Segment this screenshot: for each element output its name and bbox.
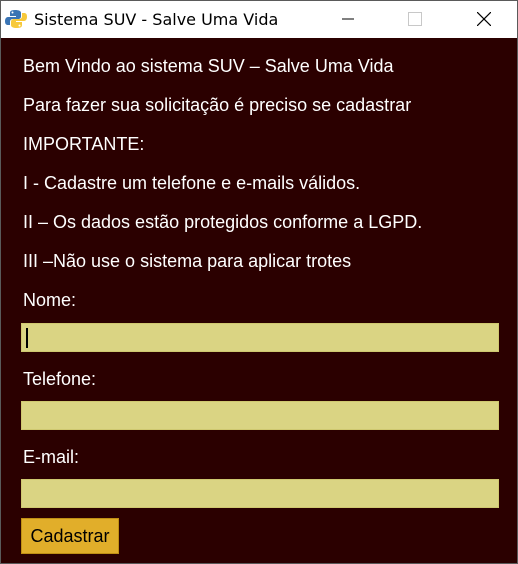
submit-button[interactable]: Cadastrar	[21, 518, 119, 554]
minimize-button[interactable]	[325, 1, 371, 37]
phone-input[interactable]	[21, 401, 499, 430]
maximize-icon	[408, 12, 422, 26]
email-input[interactable]	[21, 479, 499, 508]
maximize-button[interactable]	[392, 1, 438, 37]
name-label: Nome:	[23, 290, 77, 310]
phone-label: Telefone:	[23, 369, 97, 389]
name-input[interactable]	[21, 323, 499, 352]
python-icon	[5, 9, 27, 29]
window-title: Sistema SUV - Salve Uma Vida	[34, 10, 279, 29]
text-cursor	[26, 328, 28, 348]
app-window: Sistema SUV - Salve Uma Vida Bem Vindo a…	[0, 0, 518, 564]
rule-2-text: II – Os dados estão protegidos conforme …	[23, 212, 423, 232]
rule-1-text: I - Cadastre um telefone e e-mails válid…	[23, 173, 361, 193]
title-bar[interactable]: Sistema SUV - Salve Uma Vida	[1, 1, 517, 38]
important-heading: IMPORTANTE:	[23, 134, 145, 154]
close-icon	[477, 12, 491, 26]
close-button[interactable]	[461, 1, 507, 37]
form-panel: Bem Vindo ao sistema SUV – Salve Uma Vid…	[1, 38, 517, 563]
rule-3-text: III –Não use o sistema para aplicar trot…	[23, 251, 352, 271]
instruction-text: Para fazer sua solicitação é preciso se …	[23, 95, 412, 115]
minimize-icon	[342, 18, 354, 20]
email-label: E-mail:	[23, 447, 80, 467]
welcome-text: Bem Vindo ao sistema SUV – Salve Uma Vid…	[23, 56, 394, 76]
